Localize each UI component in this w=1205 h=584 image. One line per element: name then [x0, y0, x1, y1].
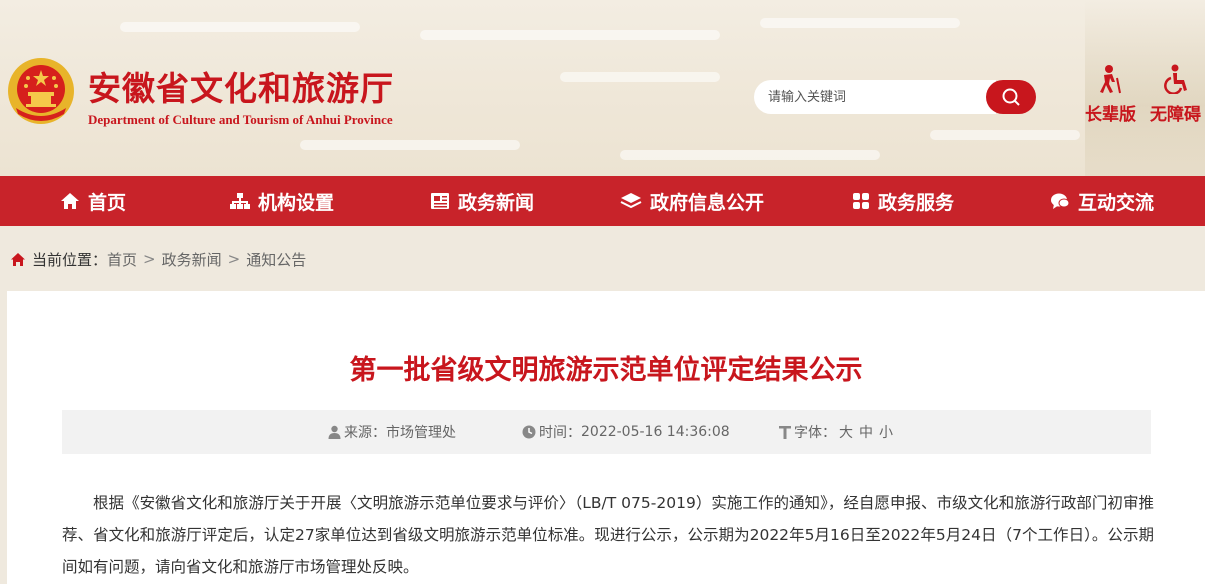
site-title: 安徽省文化和旅游厅	[88, 69, 394, 108]
elder-mode-label: 长辈版	[1085, 105, 1136, 125]
nav-item-label: 政务服务	[878, 191, 955, 214]
search-icon	[1002, 88, 1020, 106]
nav-item-interaction[interactable]: 互动交流	[1050, 176, 1154, 226]
nav-item-label: 政府信息公开	[650, 191, 765, 214]
nav-item-label: 机构设置	[258, 191, 335, 214]
nav-item-home[interactable]: 首页	[60, 176, 126, 226]
breadcrumb-separator: >	[143, 250, 156, 268]
breadcrumb: 当前位置： 首页 > 政务新闻 > 通知公告	[10, 248, 306, 270]
source-value: 市场管理处	[386, 425, 456, 441]
site-subtitle: Department of Culture and Tourism of Anh…	[88, 112, 393, 127]
clock-icon	[522, 425, 536, 439]
home-icon	[61, 193, 79, 209]
article-time: 时间： 2022-05-16 14:36:08	[522, 410, 730, 454]
breadcrumb-home-link[interactable]: 首页	[107, 249, 137, 270]
font-size-label: 字体：	[794, 425, 836, 441]
accessibility-icon	[1163, 64, 1187, 95]
breadcrumb-notice-link[interactable]: 通知公告	[246, 249, 306, 270]
nav-item-label: 互动交流	[1078, 191, 1155, 214]
nav-item-news[interactable]: 政务新闻	[430, 176, 534, 226]
search-button[interactable]	[986, 80, 1036, 114]
main-nav: 首页 机构设置 政务新闻 政府信息公开 政务服务 互动交流	[0, 176, 1205, 226]
nav-item-organization[interactable]: 机构设置	[230, 176, 334, 226]
font-size-large[interactable]: 大	[839, 422, 853, 442]
source-label: 来源：	[344, 425, 386, 441]
search-box	[754, 80, 1036, 114]
font-size-switcher: 字体： 大 中 小	[779, 410, 896, 454]
home-icon	[11, 252, 25, 266]
grid-icon	[853, 193, 869, 209]
breadcrumb-label: 当前位置：	[32, 250, 108, 269]
site-header: 安徽省文化和旅游厅 Department of Culture and Tour…	[0, 0, 1205, 176]
national-emblem-icon	[8, 58, 74, 124]
nav-item-label: 首页	[88, 191, 127, 214]
accessibility-label: 无障碍	[1150, 105, 1201, 125]
article-title: 第一批省级文明旅游示范单位评定结果公示	[349, 355, 863, 386]
breadcrumb-news-link[interactable]: 政务新闻	[162, 249, 222, 270]
font-icon	[779, 425, 791, 439]
nav-item-info-disclosure[interactable]: 政府信息公开	[620, 176, 764, 226]
article-source: 来源： 市场管理处	[328, 410, 456, 454]
chat-icon	[1051, 193, 1070, 209]
nav-item-label: 政务新闻	[458, 191, 535, 214]
nav-item-services[interactable]: 政务服务	[852, 176, 954, 226]
elder-mode-icon	[1099, 65, 1121, 94]
font-size-small[interactable]: 小	[879, 422, 893, 442]
breadcrumb-separator: >	[227, 250, 241, 268]
search-input[interactable]	[754, 80, 996, 114]
font-size-medium[interactable]: 中	[859, 422, 873, 442]
user-icon	[328, 425, 341, 439]
org-chart-icon	[230, 193, 250, 209]
elder-mode-button[interactable]: 长辈版	[1085, 64, 1136, 125]
article-meta-bar: 来源： 市场管理处 时间： 2022-05-16 14:36:08 字体： 大 …	[62, 410, 1151, 454]
accessibility-button[interactable]: 无障碍	[1150, 64, 1201, 125]
time-label: 时间：	[539, 425, 581, 441]
time-value: 2022-05-16 14:36:08	[581, 424, 730, 440]
article-body: 根据《安徽省文化和旅游厅关于开展〈文明旅游示范单位要求与评价〉（LB/T 075…	[62, 494, 1154, 576]
layers-icon	[620, 193, 642, 209]
newspaper-icon	[431, 193, 449, 209]
